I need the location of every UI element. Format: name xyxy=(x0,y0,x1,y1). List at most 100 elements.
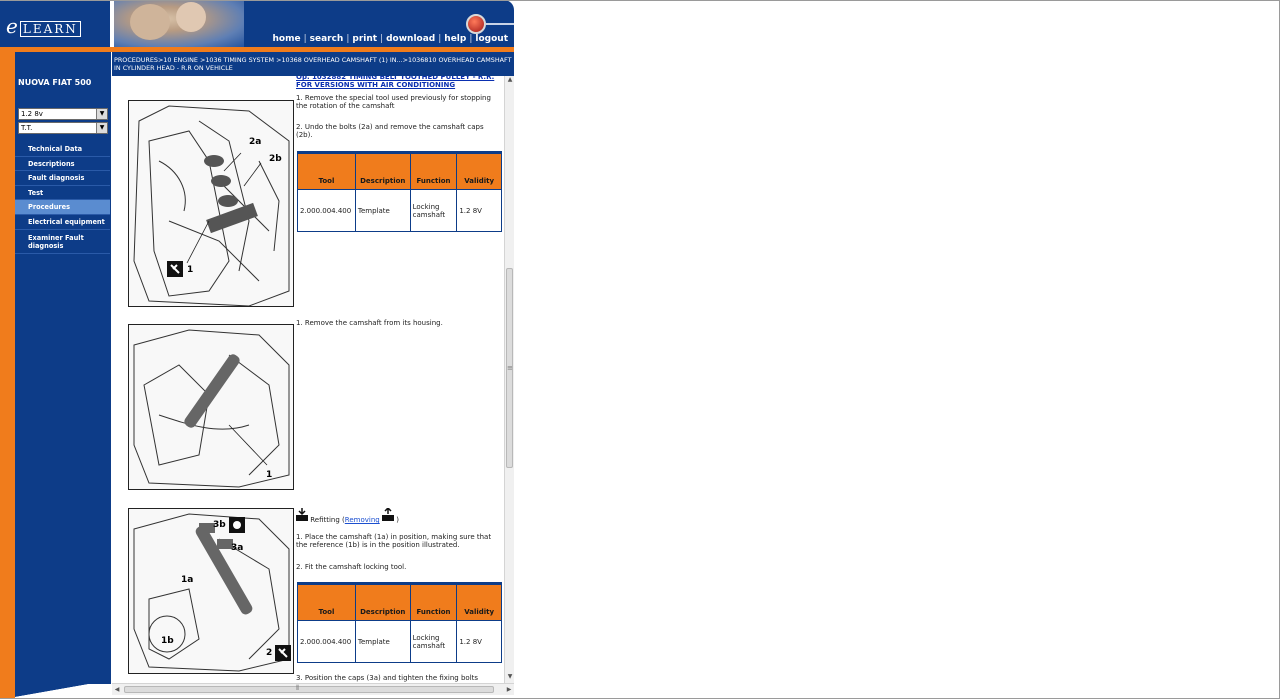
callout-label: 1 xyxy=(266,470,273,480)
table-cell-description: Template xyxy=(354,189,411,232)
engine-select[interactable]: 1.2 8v ▼ xyxy=(18,108,108,120)
table-cell-tool: 2.000.004.400 xyxy=(297,189,356,232)
sidebar-item-technical-data[interactable]: Technical Data xyxy=(15,142,110,157)
nav-search-link[interactable]: search xyxy=(310,34,344,44)
table-header-description: Description xyxy=(354,153,411,190)
refit-down-icon xyxy=(296,508,308,524)
step-text: 2. Undo the bolts (2a) and remove the ca… xyxy=(296,123,484,139)
tools-table: Tool Description Function Validity 2.000… xyxy=(297,153,502,232)
sidebar-item-electrical-equipment[interactable]: Electrical equipment xyxy=(15,215,110,230)
figure-camshaft-removal: 1 xyxy=(128,324,294,490)
nav-logout-link[interactable]: logout xyxy=(475,34,508,44)
scroll-grip-icon: ≡ xyxy=(507,364,513,372)
step-text: 3. Position the caps (3a) and tighten th… xyxy=(296,674,479,682)
callout-label: 1b xyxy=(161,636,174,646)
logo-rest: LEARN xyxy=(19,21,81,37)
camshaft-caps-illustration xyxy=(129,101,293,306)
sidebar-item-fault-diagnosis[interactable]: Fault diagnosis xyxy=(15,171,110,186)
scroll-left-arrow-icon[interactable]: ◀ xyxy=(112,684,122,695)
table-cell-tool: 2.000.004.400 xyxy=(297,620,356,663)
logo-e: e xyxy=(6,14,20,38)
refitting-label: Refitting ( xyxy=(310,516,345,524)
sidebar-bottom-swoosh xyxy=(15,684,111,699)
table-cell-function: Locking camshaft xyxy=(409,189,458,232)
table-header-function: Function xyxy=(409,153,458,190)
table-row: 2.000.004.400 Template Locking camshaft … xyxy=(297,620,502,663)
header-photo xyxy=(114,0,244,47)
horizontal-scrollbar[interactable]: ◀ ⦀ ▶ xyxy=(112,683,514,695)
nav-home-link[interactable]: home xyxy=(272,34,300,44)
logo-text: e LEARN xyxy=(6,14,106,38)
table-header-description: Description xyxy=(354,584,411,621)
bottom-orange-corner xyxy=(0,684,15,699)
chevron-down-icon[interactable]: ▼ xyxy=(96,109,107,119)
table-cell-validity: 1.2 8V xyxy=(456,189,502,232)
step-text: 1. Remove the camshaft from its housing. xyxy=(296,319,443,327)
remove-up-icon xyxy=(381,506,394,524)
type-select-value: T.T. xyxy=(21,124,33,132)
breadcrumb: PROCEDURES>10 ENGINE >1036 TIMING SYSTEM… xyxy=(112,52,514,76)
sidebar-item-examiner-fault-diagnosis[interactable]: Examiner Fault diagnosis xyxy=(15,230,110,254)
engine-select-value: 1.2 8v xyxy=(21,110,43,118)
callout-label: 3a xyxy=(231,543,244,553)
table-header-function: Function xyxy=(409,584,458,621)
callout-label: 2a xyxy=(249,137,262,147)
header: e LEARN home | search | print | download | help | l… xyxy=(0,0,514,52)
header-decor-line xyxy=(486,23,514,25)
nav-separator: | xyxy=(380,34,384,44)
table-header-tool: Tool xyxy=(297,584,356,621)
scroll-right-arrow-icon[interactable]: ▶ xyxy=(504,684,514,695)
fiat-logo-icon xyxy=(466,14,486,34)
sidebar-item-procedures[interactable]: Procedures xyxy=(15,200,110,215)
table-header-validity: Validity xyxy=(456,584,502,621)
step-text: 1. Remove the special tool used previous… xyxy=(296,94,491,110)
nav-print-link[interactable]: print xyxy=(352,34,377,44)
table-cell-validity: 1.2 8V xyxy=(456,620,502,663)
procedure-content: Op. 1032882 TIMING BELT TOOTHED PULLEY -… xyxy=(112,76,504,683)
type-select[interactable]: T.T. ▼ xyxy=(18,122,108,134)
nav-help-link[interactable]: help xyxy=(444,34,466,44)
header-photo-face xyxy=(176,2,206,32)
table-cell-description: Template xyxy=(354,620,411,663)
callout-label: 1a xyxy=(181,575,194,585)
sidebar-item-test[interactable]: Test xyxy=(15,186,110,201)
header-photo-face xyxy=(130,4,170,40)
scroll-down-arrow-icon[interactable]: ▼ xyxy=(505,673,515,683)
table-cell-function: Locking camshaft xyxy=(409,620,458,663)
nav-download-link[interactable]: download xyxy=(386,34,435,44)
op-link[interactable]: Op. 1032882 TIMING BELT TOOTHED PULLEY -… xyxy=(296,76,494,89)
chevron-down-icon[interactable]: ▼ xyxy=(96,123,107,133)
left-orange-column xyxy=(0,52,15,684)
step-text: 2. Fit the camshaft locking tool. xyxy=(296,563,407,571)
model-title: NUOVA FIAT 500 xyxy=(18,78,92,87)
callout-label: 1 xyxy=(187,265,194,275)
figure-camshaft-refit: 3b 3a 1a 1b 2 xyxy=(128,508,294,674)
removing-link[interactable]: Removing xyxy=(345,516,380,524)
figure-camshaft-caps: 2a 2b 1 xyxy=(128,100,294,307)
nav-separator: | xyxy=(469,34,473,44)
app-window: e LEARN home | search | print | download | help | l… xyxy=(0,0,1280,699)
step-text: 1. Place the camshaft (1a) in position, … xyxy=(296,533,492,549)
tools-table: Tool Description Function Validity 2.000… xyxy=(297,584,502,663)
scroll-grip-icon: ⦀ xyxy=(296,684,300,692)
sidebar-menu: Technical Data Descriptions Fault diagno… xyxy=(15,142,111,254)
table-header-tool: Tool xyxy=(297,153,356,190)
horizontal-scroll-thumb[interactable] xyxy=(124,686,494,693)
window-top-border xyxy=(0,0,1280,1)
camshaft-removal-illustration xyxy=(129,325,293,489)
nav-separator: | xyxy=(346,34,350,44)
nav-separator: | xyxy=(303,34,307,44)
sidebar-item-descriptions[interactable]: Descriptions xyxy=(15,157,110,172)
scroll-up-arrow-icon[interactable]: ▲ xyxy=(505,76,515,86)
refitting-line: Refitting (Removing ) xyxy=(296,506,502,524)
callout-label: 2 xyxy=(266,648,273,658)
table-row: 2.000.004.400 Template Locking camshaft … xyxy=(297,189,502,232)
top-nav: home | search | print | download | help | logout xyxy=(272,34,508,44)
table-header-validity: Validity xyxy=(456,153,502,190)
vertical-scrollbar[interactable]: ▲ ≡ ▼ xyxy=(504,76,514,683)
elearn-logo[interactable]: e LEARN xyxy=(0,0,112,47)
refitting-close: ) xyxy=(396,516,399,524)
callout-label: 2b xyxy=(269,154,282,164)
callout-label: 3b xyxy=(213,520,226,530)
op-link-block: Op. 1032882 TIMING BELT TOOTHED PULLEY -… xyxy=(296,76,502,89)
